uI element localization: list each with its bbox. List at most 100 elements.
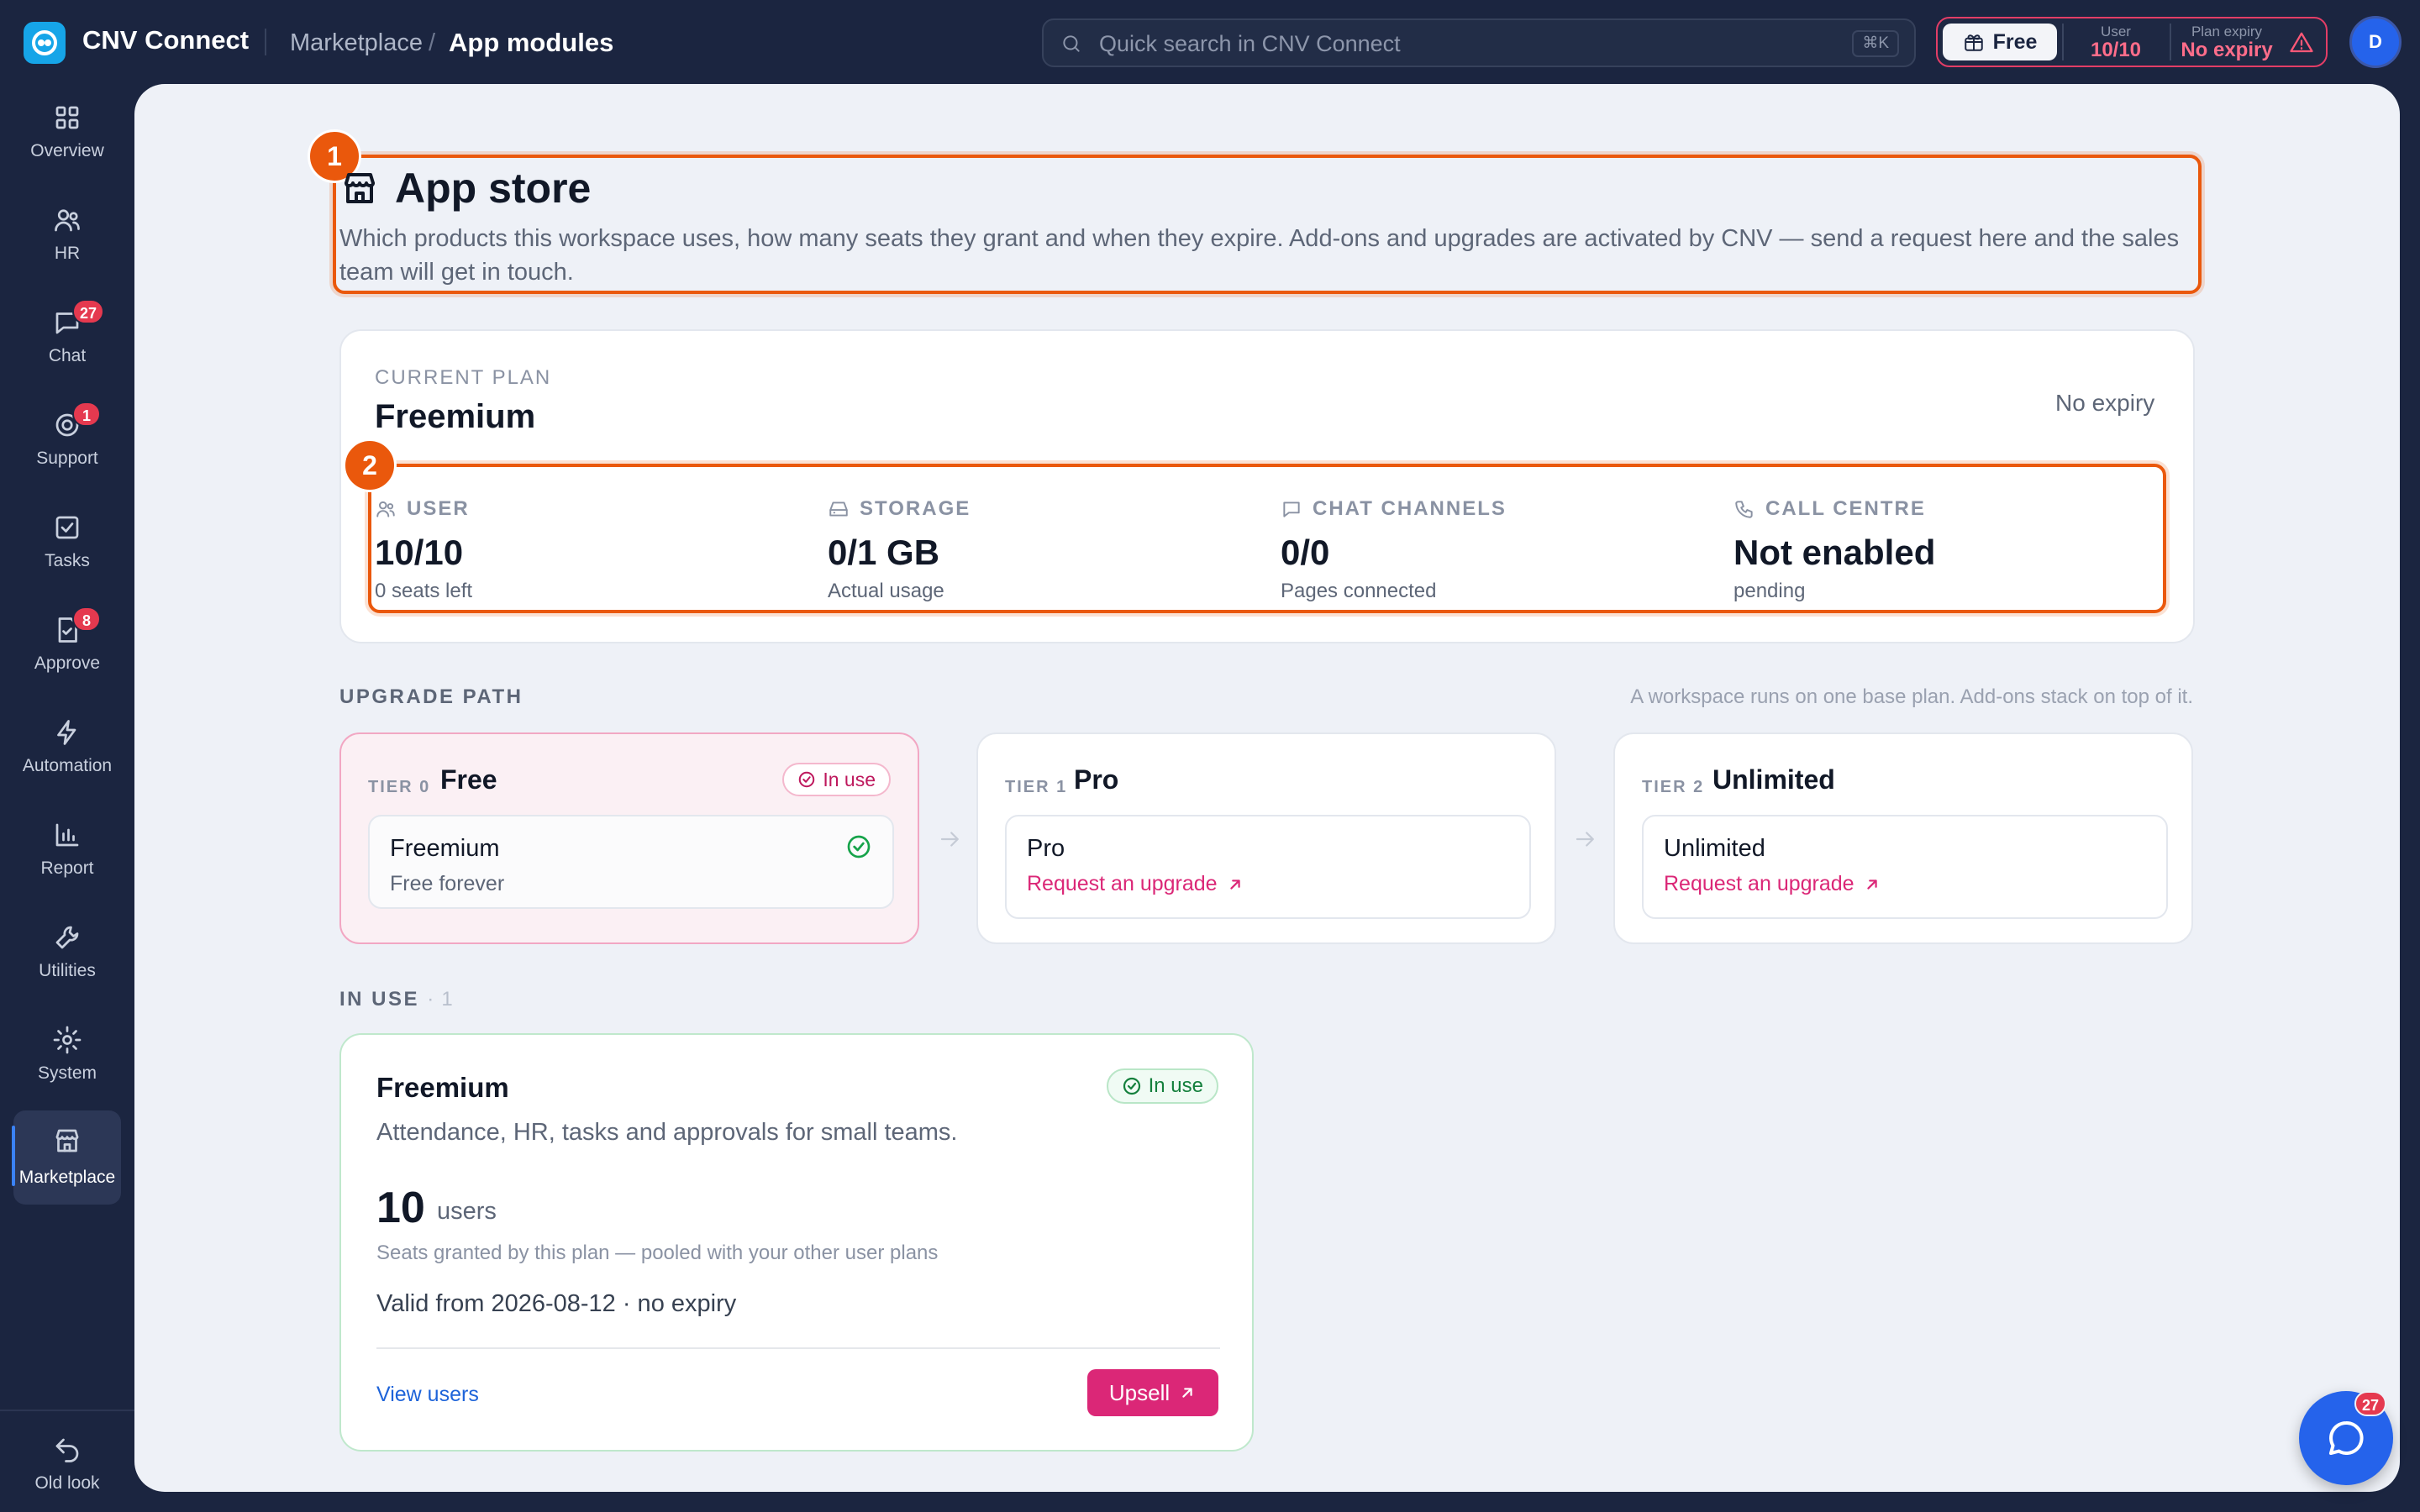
sidebar-item-marketplace[interactable]: Marketplace xyxy=(12,1110,121,1205)
user-count-value: 10/10 xyxy=(2090,39,2142,61)
arrow-right-icon xyxy=(1573,827,1598,852)
request-upgrade-link[interactable]: Request an upgrade xyxy=(1664,872,1881,896)
sidebar-item-approve[interactable]: 8 Approve xyxy=(13,600,121,690)
search-placeholder: Quick search in CNV Connect xyxy=(1099,31,1401,56)
sidebar-item-utilities[interactable]: Utilities xyxy=(13,907,121,998)
product-name: Unlimited xyxy=(1664,835,1765,862)
stat-label: CALL CENTRE xyxy=(1765,497,1926,520)
stat-label: USER xyxy=(407,497,470,520)
user-count-label: User xyxy=(2101,24,2131,39)
request-upgrade-link[interactable]: Request an upgrade xyxy=(1027,872,1244,896)
breadcrumb-marketplace[interactable]: Marketplace xyxy=(290,29,423,57)
stat-label: STORAGE xyxy=(860,497,971,520)
check-circle-icon xyxy=(845,833,872,860)
sidebar-item-hr[interactable]: HR xyxy=(13,190,121,281)
sidebar-item-label: Overview xyxy=(30,141,104,160)
view-users-link[interactable]: View users xyxy=(376,1383,479,1407)
breadcrumb-current: App modules xyxy=(449,28,614,57)
page-title: App store xyxy=(395,165,592,212)
sidebar: Overview HR 27 Chat 1 Support Tasks 8 Ap… xyxy=(0,84,134,1512)
quick-search-input[interactable]: Quick search in CNV Connect ⌘K xyxy=(1042,18,1916,67)
top-bar: CNV Connect Marketplace / App modules Qu… xyxy=(0,0,2420,84)
plan-expiry-label: Plan expiry xyxy=(2191,24,2263,39)
tier-card-unlimited: TIER 2 Unlimited Unlimited Request an up… xyxy=(1613,732,2193,944)
sidebar-item-tasks[interactable]: Tasks xyxy=(13,497,121,588)
checkbox-icon xyxy=(55,516,79,539)
sidebar-item-label: Support xyxy=(36,449,98,468)
tier-card-free: TIER 0 Free In use Freemium Free forever xyxy=(339,732,919,944)
seat-quantity: 10 xyxy=(376,1184,425,1232)
old-look-button[interactable]: Old look xyxy=(13,1425,121,1512)
app-logo-icon[interactable] xyxy=(24,22,66,64)
upgrade-path-title: UPGRADE PATH xyxy=(339,685,523,708)
request-upgrade-label: Request an upgrade xyxy=(1664,872,1854,895)
in-use-separator: · xyxy=(427,988,434,1011)
tier-label: TIER 1 xyxy=(1005,778,1068,796)
check-circle-icon xyxy=(1123,1077,1140,1095)
drive-icon xyxy=(829,501,848,517)
sidebar-item-system[interactable]: System xyxy=(13,1010,121,1100)
product-name: Pro xyxy=(1027,835,1065,862)
upsell-button[interactable]: Upsell xyxy=(1087,1369,1218,1416)
warning-icon xyxy=(2289,30,2314,55)
status-label: In use xyxy=(823,768,876,790)
sidebar-item-label: Tasks xyxy=(45,551,90,570)
sidebar-item-label: System xyxy=(37,1063,97,1083)
store-icon xyxy=(55,1129,79,1152)
stat-label: CHAT CHANNELS xyxy=(1313,497,1507,520)
sidebar-item-label: Chat xyxy=(48,346,87,365)
tier-label: TIER 2 xyxy=(1642,778,1705,796)
sidebar-item-chat[interactable]: 27 Chat xyxy=(13,292,121,383)
chat-badge: 27 xyxy=(72,299,105,324)
support-badge: 1 xyxy=(72,402,101,427)
chat-icon xyxy=(1283,501,1300,517)
tier-label: TIER 0 xyxy=(368,778,431,796)
chat-fab-button[interactable]: 27 xyxy=(2299,1391,2393,1485)
sidebar-item-label: Report xyxy=(40,858,94,878)
page-description: Which products this workspace uses, how … xyxy=(339,225,2180,286)
undo-icon xyxy=(55,1438,79,1462)
sidebar-item-label: Approve xyxy=(34,654,101,673)
current-plan-label: CURRENT PLAN xyxy=(375,366,552,389)
annotation-marker-2: 2 xyxy=(343,438,397,492)
check-circle-icon xyxy=(799,771,815,788)
chat-bubble-icon xyxy=(2328,1420,2364,1456)
stat-value: Not enabled xyxy=(1733,533,1936,572)
stat-value: 0/1 GB xyxy=(828,533,940,572)
sidebar-item-label: Old look xyxy=(34,1473,100,1493)
stat-value: 10/10 xyxy=(375,533,464,572)
bolt-icon xyxy=(57,720,76,745)
plan-badge[interactable]: Free xyxy=(1943,24,2057,60)
current-plan-expiry: No expiry xyxy=(2055,390,2155,416)
current-plan-name: Freemium xyxy=(375,398,536,435)
plan-name: Free xyxy=(1992,29,2038,54)
tier-card-pro: TIER 1 Pro Pro Request an upgrade xyxy=(976,732,1556,944)
wrench-icon xyxy=(55,926,79,949)
validity: Valid from 2026-08-12 · no expiry xyxy=(376,1290,737,1317)
gear-icon xyxy=(53,1026,82,1054)
sidebar-item-label: Automation xyxy=(22,756,113,775)
stat-sub: Actual usage xyxy=(828,580,944,602)
product-sub: Free forever xyxy=(390,872,505,895)
stat-chat-channels: CHAT CHANNELS 0/0 Pages connected xyxy=(1281,497,1718,603)
approve-badge: 8 xyxy=(72,606,101,632)
sidebar-item-support[interactable]: 1 Support xyxy=(13,395,121,486)
plan-status-widget[interactable]: Free User 10/10 Plan expiry No expiry xyxy=(1936,17,2328,67)
plan-description: Attendance, HR, tasks and approvals for … xyxy=(376,1119,958,1146)
request-upgrade-label: Request an upgrade xyxy=(1027,872,1218,895)
stat-call-centre: CALL CENTRE Not enabled pending xyxy=(1733,497,2170,603)
sidebar-item-report[interactable]: Report xyxy=(13,805,121,895)
arrow-right-icon xyxy=(938,827,963,852)
tier-product: Pro Request an upgrade xyxy=(1005,815,1531,919)
avatar[interactable]: D xyxy=(2349,16,2402,68)
status-badge: In use xyxy=(782,763,891,796)
users-icon xyxy=(376,501,395,517)
plan-expiry-value: No expiry xyxy=(2181,39,2273,61)
stat-sub: pending xyxy=(1733,580,1806,602)
stat-value: 0/0 xyxy=(1281,533,1330,572)
search-shortcut: ⌘K xyxy=(1852,30,1899,57)
sidebar-item-automation[interactable]: Automation xyxy=(13,702,121,793)
sidebar-item-overview[interactable]: Overview xyxy=(13,87,121,178)
arrow-up-right-icon xyxy=(1229,879,1240,890)
in-use-label: IN USE xyxy=(339,988,420,1011)
